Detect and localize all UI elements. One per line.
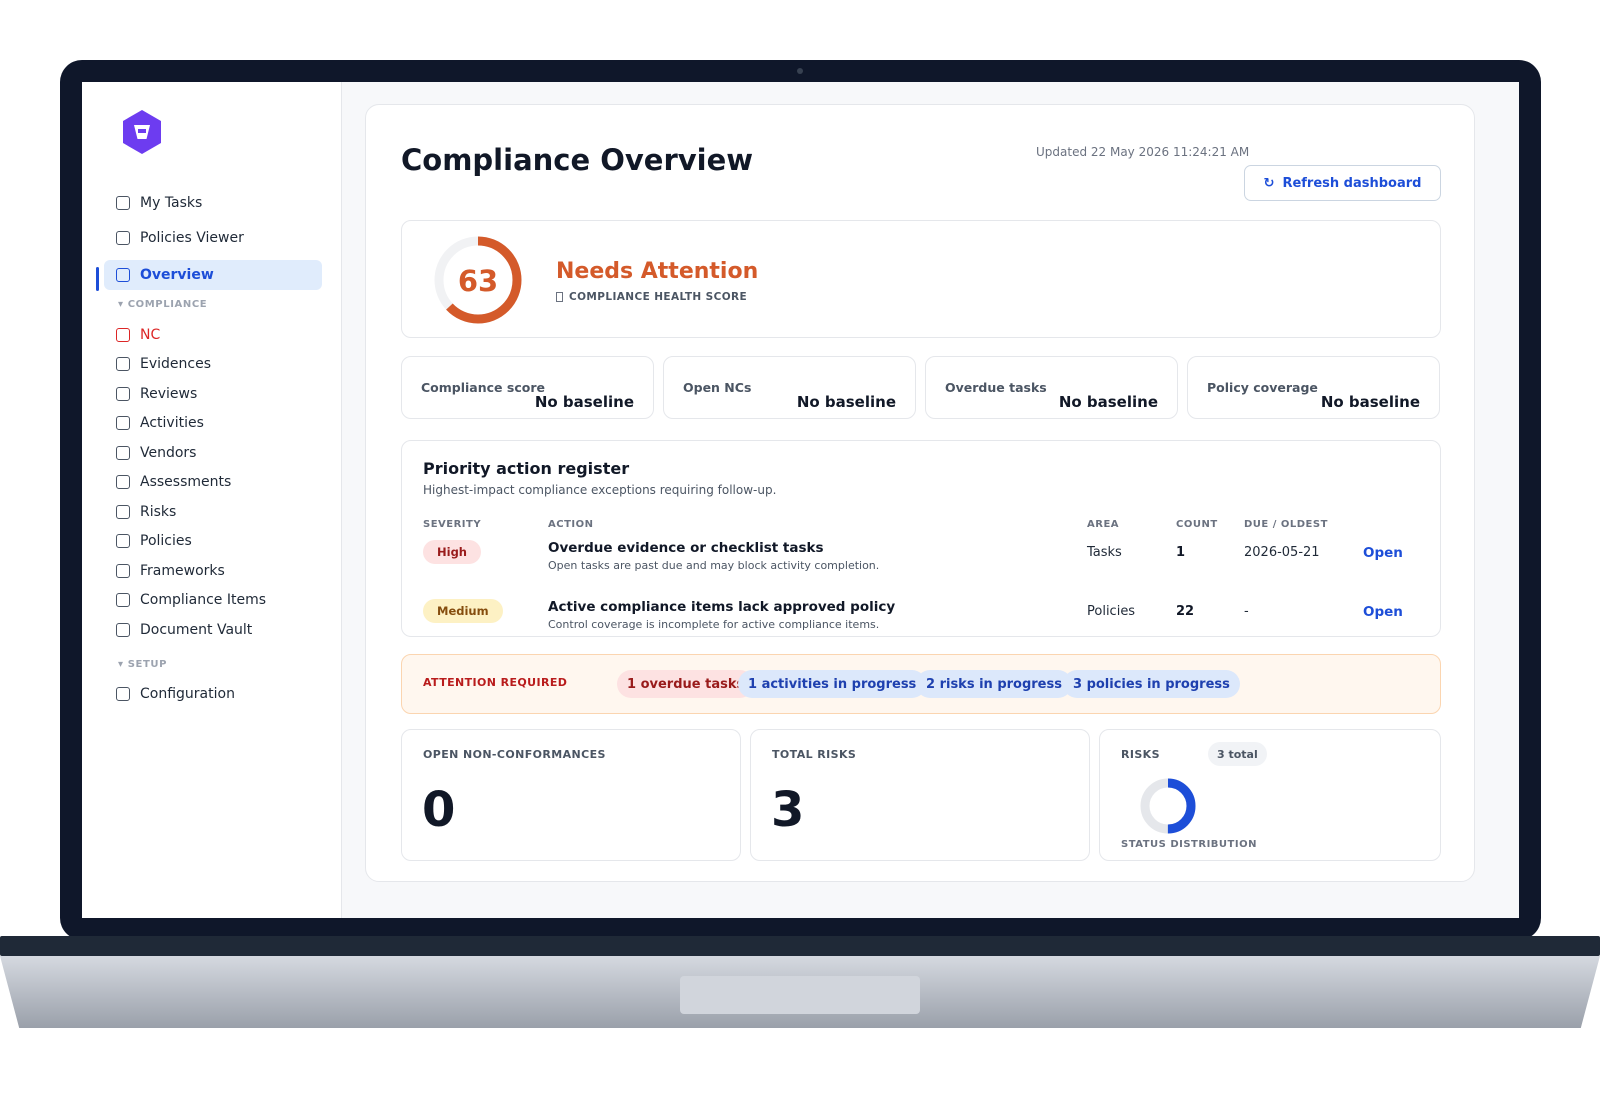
brand-logo-icon[interactable]	[118, 108, 166, 156]
column-header-severity: SEVERITY	[423, 519, 482, 530]
checkbox-icon	[116, 623, 130, 637]
sidebar-item-my-tasks[interactable]: My Tasks	[104, 188, 322, 218]
checkbox-icon	[116, 593, 130, 607]
severity-badge-high: High	[423, 540, 481, 564]
stat-risks-distribution: RISKS 3 total STATUS DISTRIBUTION	[1099, 729, 1441, 861]
chevron-down-icon: ▾	[118, 659, 124, 670]
row-description: Open tasks are past due and may block ac…	[548, 559, 880, 572]
attention-pill-risks[interactable]: 2 risks in progress	[916, 670, 1072, 698]
info-icon	[556, 292, 563, 302]
severity-badge-medium: Medium	[423, 599, 503, 623]
kpi-policy-coverage: Policy coverage No baseline	[1187, 356, 1440, 419]
checkbox-icon	[116, 328, 130, 342]
refresh-dashboard-button[interactable]: ↻ Refresh dashboard	[1244, 165, 1441, 201]
row-count: 1	[1176, 545, 1186, 560]
stat-value: 0	[422, 782, 456, 838]
row-open-link[interactable]: Open	[1363, 545, 1403, 561]
sidebar-item-activities[interactable]: Activities	[104, 408, 322, 438]
sidebar-item-frameworks[interactable]: Frameworks	[104, 556, 322, 586]
checkbox-icon	[116, 357, 130, 371]
sidebar-item-policies-viewer[interactable]: Policies Viewer	[104, 223, 322, 253]
attention-pill-overdue[interactable]: 1 overdue tasks	[617, 670, 755, 698]
row-title: Overdue evidence or checklist tasks	[548, 540, 824, 556]
page-title: Compliance Overview	[401, 143, 754, 177]
row-due: 2026-05-21	[1244, 545, 1320, 560]
sidebar-item-risks[interactable]: Risks	[104, 497, 322, 527]
checkbox-icon	[116, 564, 130, 578]
chevron-down-icon: ▾	[118, 299, 124, 310]
sidebar-item-assessments[interactable]: Assessments	[104, 467, 322, 497]
updated-timestamp: Updated 22 May 2026 11:24:21 AM	[1036, 145, 1250, 159]
health-score-panel: 63 Needs Attention COMPLIANCE HEALTH SCO…	[401, 220, 1441, 338]
column-header-due: DUE / OLDEST	[1244, 519, 1328, 530]
sidebar-item-configuration[interactable]: Configuration	[104, 679, 322, 709]
sidebar-item-reviews[interactable]: Reviews	[104, 379, 322, 409]
column-header-action: ACTION	[548, 519, 594, 530]
health-status: Needs Attention	[556, 259, 759, 284]
sidebar-item-policies[interactable]: Policies	[104, 526, 322, 556]
risks-status-donut	[1140, 778, 1196, 834]
laptop-frame: My Tasks Policies Viewer Overview ▾ COMP…	[60, 60, 1541, 940]
sidebar-item-vendors[interactable]: Vendors	[104, 438, 322, 468]
laptop-hinge	[0, 936, 1600, 956]
kpi-overdue-tasks: Overdue tasks No baseline	[925, 356, 1178, 419]
row-title: Active compliance items lack approved po…	[548, 599, 896, 615]
stat-value: 3	[771, 782, 805, 838]
health-score-ring: 63	[434, 236, 522, 324]
sidebar-item-document-vault[interactable]: Document Vault	[104, 615, 322, 645]
camera-dot	[797, 68, 803, 74]
sidebar-item-compliance-items[interactable]: Compliance Items	[104, 585, 322, 615]
kpi-open-ncs: Open NCs No baseline	[663, 356, 916, 419]
risks-total-badge: 3 total	[1208, 742, 1267, 766]
checkbox-icon	[116, 268, 130, 282]
checkbox-icon	[116, 196, 130, 210]
checkbox-icon	[116, 231, 130, 245]
attention-label: ATTENTION REQUIRED	[423, 676, 568, 689]
row-open-link[interactable]: Open	[1363, 604, 1403, 620]
attention-required-bar: ATTENTION REQUIRED 1 overdue tasks 1 act…	[401, 654, 1441, 714]
attention-pill-policies[interactable]: 3 policies in progress	[1063, 670, 1240, 698]
app-screen: My Tasks Policies Viewer Overview ▾ COMP…	[82, 82, 1519, 918]
checkbox-icon	[116, 687, 130, 701]
checkbox-icon	[116, 534, 130, 548]
row-count: 22	[1176, 604, 1195, 619]
checkbox-icon	[116, 387, 130, 401]
checkbox-icon	[116, 416, 130, 430]
row-description: Control coverage is incomplete for activ…	[548, 618, 880, 631]
checkbox-icon	[116, 446, 130, 460]
column-header-area: AREA	[1087, 519, 1120, 530]
health-subtitle: COMPLIANCE HEALTH SCORE	[556, 291, 747, 303]
stat-open-nonconformances: OPEN NON-CONFORMANCES 0	[401, 729, 741, 861]
sidebar: My Tasks Policies Viewer Overview ▾ COMP…	[82, 82, 342, 918]
sidebar-item-evidences[interactable]: Evidences	[104, 349, 322, 379]
register-title: Priority action register	[423, 459, 630, 478]
priority-action-register: Priority action register Highest-impact …	[401, 440, 1441, 637]
checkbox-icon	[116, 475, 130, 489]
sidebar-section-compliance[interactable]: ▾ COMPLIANCE	[118, 299, 207, 310]
column-header-count: COUNT	[1176, 519, 1218, 530]
refresh-icon: ↻	[1263, 175, 1275, 191]
trackpad	[680, 976, 920, 1014]
checkbox-icon	[116, 505, 130, 519]
stat-total-risks: TOTAL RISKS 3	[750, 729, 1090, 861]
register-subtitle: Highest-impact compliance exceptions req…	[423, 483, 777, 497]
status-distribution-label: STATUS DISTRIBUTION	[1121, 839, 1257, 850]
sidebar-section-setup[interactable]: ▾ SETUP	[118, 659, 167, 670]
health-score-value: 63	[458, 264, 498, 298]
row-area: Policies	[1087, 604, 1136, 619]
sidebar-item-nc[interactable]: NC	[104, 320, 322, 350]
main-content: Compliance Overview Updated 22 May 2026 …	[365, 104, 1475, 882]
sidebar-item-overview[interactable]: Overview	[104, 260, 322, 290]
row-due: -	[1244, 604, 1249, 619]
row-area: Tasks	[1087, 545, 1122, 560]
attention-pill-activities[interactable]: 1 activities in progress	[738, 670, 927, 698]
kpi-compliance-score: Compliance score No baseline	[401, 356, 654, 419]
active-indicator	[96, 267, 99, 291]
